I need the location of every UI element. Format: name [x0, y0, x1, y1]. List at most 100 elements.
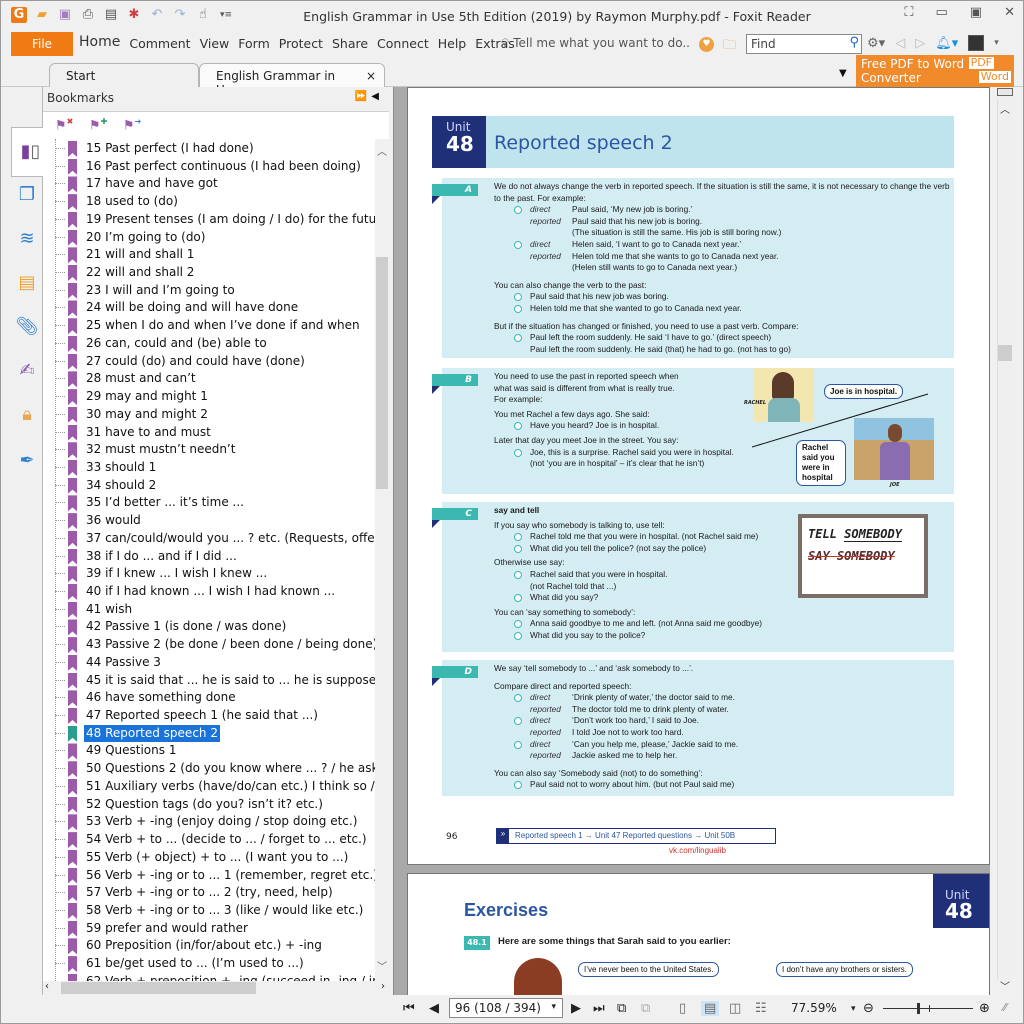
next-view-icon[interactable]: ⧉: [641, 1001, 650, 1016]
scroll-thumb[interactable]: [998, 345, 1012, 361]
bookmark-item[interactable]: 15 Past perfect (I had done): [55, 140, 375, 158]
bookmark-item[interactable]: 41 wish: [55, 601, 375, 619]
forward-arrow-icon[interactable]: ▷: [915, 36, 925, 51]
bookmark-item[interactable]: 24 will be doing and will have done: [55, 299, 375, 317]
bookmark-item[interactable]: 20 I’m going to (do): [55, 229, 375, 247]
zoom-level[interactable]: 77.59%: [791, 1001, 837, 1015]
bookmark-item[interactable]: 44 Passive 3: [55, 654, 375, 672]
comments-icon[interactable]: ▤: [11, 267, 43, 299]
menu-protect[interactable]: Protect: [279, 36, 323, 51]
collapse-panel-icon[interactable]: ◀: [371, 91, 383, 102]
bookmark-item[interactable]: 36 would: [55, 512, 375, 530]
bookmark-item[interactable]: 21 will and shall 1: [55, 246, 375, 264]
zoom-dropdown-icon[interactable]: ▾: [851, 1004, 856, 1014]
signatures-icon[interactable]: ✍: [11, 355, 43, 387]
bookmark-item[interactable]: 59 prefer and would rather: [55, 920, 375, 938]
bookmark-item[interactable]: 28 must and can’t: [55, 370, 375, 388]
resize-grip-icon[interactable]: ⁄⁄: [1003, 1001, 1007, 1014]
tab-start[interactable]: Start: [49, 63, 199, 87]
bookmark-item[interactable]: 37 can/could/would you ... ? etc. (Reque…: [55, 530, 375, 548]
hscroll-thumb[interactable]: [61, 982, 256, 994]
bookmark-item[interactable]: 61 be/get used to ... (I’m used to ...): [55, 955, 375, 973]
security-lock-icon[interactable]: 🔒︎: [11, 399, 43, 431]
scroll-down-icon[interactable]: ﹀: [377, 958, 387, 973]
facing-pages-icon[interactable]: ◫: [729, 1001, 741, 1016]
menu-comment[interactable]: Comment: [129, 36, 190, 51]
menu-form[interactable]: Form: [238, 36, 270, 51]
bookmark-item[interactable]: 46 have something done: [55, 689, 375, 707]
scroll-up-icon[interactable]: ︿: [377, 143, 387, 158]
bookmark-item[interactable]: 29 may and might 1: [55, 388, 375, 406]
bookmark-item[interactable]: 25 when I do and when I’ve done if and w…: [55, 317, 375, 335]
add-bookmark-icon[interactable]: ⚑✚: [89, 117, 107, 133]
scroll-up-icon[interactable]: ︿: [1000, 101, 1010, 116]
user-avatar-icon[interactable]: [968, 35, 985, 51]
cross-reference-box[interactable]: Reported speech 1 → Unit 47 Reported que…: [496, 828, 776, 844]
first-page-icon[interactable]: ⏮: [403, 1001, 415, 1016]
bookmark-item[interactable]: 27 could (do) and could have (done): [55, 353, 375, 371]
close-icon[interactable]: ✕: [1004, 5, 1015, 20]
previous-page-icon[interactable]: ◀: [429, 1001, 439, 1016]
bookmark-item[interactable]: 55 Verb (+ object) + to ... (I want you …: [55, 849, 375, 867]
minimize-icon[interactable]: ▭: [936, 5, 948, 20]
bookmark-item[interactable]: 23 I will and I’m going to: [55, 282, 375, 300]
folder-search-icon[interactable]: 🗀: [723, 36, 736, 58]
file-menu[interactable]: File: [11, 32, 73, 56]
bookmark-item[interactable]: 35 I’d better ... it’s time ...: [55, 494, 375, 512]
certify-pen-icon[interactable]: ✒: [11, 445, 43, 477]
zoom-out-icon[interactable]: ⊖: [863, 1001, 874, 1016]
search-icon[interactable]: ⚲: [849, 35, 859, 50]
bookmark-item[interactable]: 30 may and might 2: [55, 406, 375, 424]
bookmark-item[interactable]: 32 must mustn’t needn’t: [55, 441, 375, 459]
bookmark-item[interactable]: 51 Auxiliary verbs (have/do/can etc.) I …: [55, 778, 375, 796]
split-view-handle[interactable]: [997, 88, 1013, 96]
bookmarks-vertical-scrollbar[interactable]: ︿ ﹀: [375, 139, 389, 981]
document-vertical-scrollbar[interactable]: ︿ ﹀: [991, 87, 1021, 995]
bookmark-item[interactable]: 60 Preposition (in/for/about etc.) + -in…: [55, 937, 375, 955]
scroll-down-icon[interactable]: ﹀: [1000, 978, 1010, 993]
scroll-right-icon[interactable]: ›: [381, 981, 385, 992]
bookmark-item[interactable]: 52 Question tags (do you? isn’t it? etc.…: [55, 796, 375, 814]
bookmark-item[interactable]: 31 have to and must: [55, 424, 375, 442]
fullscreen-icon[interactable]: ⛶: [904, 5, 913, 20]
scroll-left-icon[interactable]: ‹: [45, 981, 49, 992]
bookmark-item[interactable]: 17 have and have got: [55, 175, 375, 193]
page-dropdown-icon[interactable]: ▾: [551, 1002, 556, 1012]
attachments-paperclip-icon[interactable]: 📎︎: [11, 311, 43, 343]
bookmark-item[interactable]: 22 will and shall 2: [55, 264, 375, 282]
continuous-page-icon[interactable]: ▤: [701, 1001, 720, 1016]
bookmark-item[interactable]: 50 Questions 2 (do you know where ... ? …: [55, 760, 375, 778]
expand-panel-icon[interactable]: ⏩: [355, 91, 371, 102]
bookmark-item[interactable]: 40 if I had known ... I wish I had known…: [55, 583, 375, 601]
tab-document[interactable]: English Grammar in Use... ×: [199, 63, 385, 97]
find-input[interactable]: Find ⚲: [746, 34, 862, 54]
page-number-field[interactable]: 96 (108 / 394) ▾: [449, 998, 563, 1018]
panel-splitter[interactable]: [393, 87, 406, 995]
menu-help[interactable]: Help: [438, 36, 467, 51]
restore-icon[interactable]: ▣: [970, 5, 982, 20]
bookmark-item[interactable]: 39 if I knew ... I wish I knew ...: [55, 565, 375, 583]
page-thumbnails-icon[interactable]: ❐: [11, 179, 43, 211]
bookmark-item[interactable]: 16 Past perfect continuous (I had been d…: [55, 158, 375, 176]
bookmark-item[interactable]: 62 Verb + preposition + -ing (succeed in…: [55, 973, 375, 981]
menu-share[interactable]: Share: [332, 36, 368, 51]
bookmark-item[interactable]: 48 Reported speech 2: [55, 724, 375, 743]
bookmark-item[interactable]: 26 can, could and (be) able to: [55, 335, 375, 353]
bookmark-item[interactable]: 18 used to (do): [55, 193, 375, 211]
bookmarks-horizontal-scrollbar[interactable]: ‹ ›: [43, 981, 389, 995]
scroll-track[interactable]: [997, 99, 1013, 979]
tab-list-dropdown-icon[interactable]: ▼: [839, 68, 847, 79]
tab-close-icon[interactable]: ×: [366, 69, 376, 83]
watermark-link[interactable]: vk.com/lingualib: [669, 846, 726, 855]
bookmark-item[interactable]: 33 should 1: [55, 459, 375, 477]
scroll-thumb[interactable]: [376, 257, 388, 489]
back-arrow-icon[interactable]: ◁: [895, 36, 905, 51]
bookmark-item[interactable]: 45 it is said that ... he is said to ...…: [55, 672, 375, 690]
pdf-to-word-promo[interactable]: Free PDF to Word Converter PDF Word: [856, 55, 1014, 87]
zoom-slider-handle[interactable]: [917, 1003, 921, 1014]
menu-home[interactable]: Home: [79, 34, 120, 51]
menu-connect[interactable]: Connect: [377, 36, 429, 51]
zoom-slider[interactable]: [883, 1003, 973, 1014]
single-page-icon[interactable]: ▯: [679, 1001, 686, 1016]
bookmark-item[interactable]: 57 Verb + -ing or to ... 2 (try, need, h…: [55, 884, 375, 902]
